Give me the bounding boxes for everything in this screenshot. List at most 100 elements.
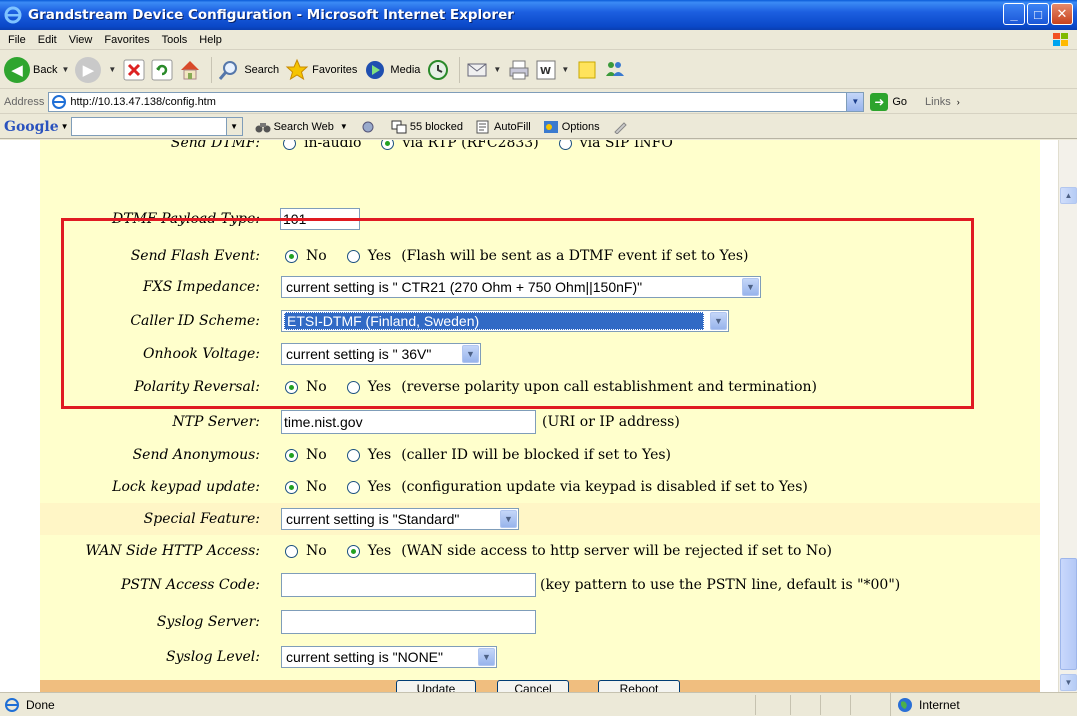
- media-icon: [366, 60, 385, 79]
- search-button[interactable]: Search: [217, 58, 279, 82]
- chevron-down-icon[interactable]: ▼: [225, 118, 242, 135]
- ie-page-icon: [52, 94, 67, 109]
- messenger-button[interactable]: [603, 58, 627, 82]
- history-button[interactable]: [426, 58, 450, 82]
- ntp-server-input[interactable]: time.nist.gov: [281, 410, 536, 434]
- radio-icon: [381, 140, 395, 150]
- google-logo-text: Google: [4, 118, 59, 135]
- syslog-server-input[interactable]: [281, 610, 536, 634]
- lock-keypad-note: (configuration update via keypad is disa…: [401, 479, 808, 495]
- send-anonymous-yes-radio[interactable]: Yes: [346, 447, 392, 463]
- refresh-button[interactable]: [150, 58, 174, 82]
- chevron-down-icon[interactable]: ▼: [61, 122, 69, 131]
- close-button[interactable]: ✕: [1051, 3, 1073, 25]
- send-dtmf-rtp-radio[interactable]: via RTP (RFC2833): [381, 140, 539, 151]
- caller-id-label: Caller ID Scheme:: [130, 313, 260, 329]
- pagerank-button[interactable]: [360, 120, 379, 134]
- polarity-yes-radio[interactable]: Yes: [346, 379, 392, 395]
- stop-button[interactable]: [122, 58, 146, 82]
- send-anonymous-row: Send Anonymous: No Yes (caller ID will b…: [40, 441, 1040, 469]
- edit-word-button[interactable]: W ▼: [535, 59, 569, 81]
- google-toolbar: Google ▼ ▼ Search Web ▼ 55 blocked AutoF…: [0, 115, 1077, 139]
- maximize-button[interactable]: □: [1027, 3, 1049, 25]
- send-anonymous-no-radio[interactable]: No: [285, 447, 327, 463]
- history-icon: [428, 59, 449, 80]
- menu-view[interactable]: View: [65, 34, 101, 46]
- zone-label: Internet: [919, 697, 960, 712]
- print-button[interactable]: [507, 58, 531, 82]
- dtmf-payload-row: DTMF Payload Type: 101: [40, 204, 1040, 234]
- google-logo[interactable]: Google: [4, 119, 59, 135]
- status-cell: [790, 695, 791, 715]
- address-input[interactable]: http://10.13.47.138/config.htm ▼: [48, 91, 865, 112]
- links-button[interactable]: Links: [925, 96, 951, 108]
- send-flash-row: Send Flash Event: No Yes (Flash will be …: [40, 242, 1040, 270]
- send-dtmf-option-label: via RTP (RFC2833): [402, 140, 539, 151]
- autofill-button[interactable]: AutoFill: [475, 120, 531, 134]
- send-anonymous-label: Send Anonymous:: [132, 447, 260, 463]
- config-form: Send DTMF: in-audio via RTP (RFC2833) vi…: [40, 140, 1040, 692]
- back-button[interactable]: ◀ Back ▼: [4, 56, 69, 83]
- popup-blocker-button[interactable]: 55 blocked: [391, 120, 463, 134]
- minimize-button[interactable]: _: [1003, 3, 1025, 25]
- send-flash-no-label: No: [306, 248, 327, 264]
- wan-http-no-label: No: [306, 543, 327, 559]
- chevron-down-icon[interactable]: ▼: [846, 92, 864, 111]
- caller-id-select[interactable]: ETSI-DTMF (Finland, Sweden) ▼: [281, 310, 729, 332]
- menu-favorites[interactable]: Favorites: [100, 34, 157, 46]
- fxs-impedance-value: current setting is " CTR21 (270 Ohm + 75…: [286, 279, 643, 295]
- mail-button[interactable]: ▼: [465, 58, 501, 82]
- ntp-server-note: (URI or IP address): [542, 414, 680, 430]
- menu-tools[interactable]: Tools: [158, 34, 196, 46]
- menu-edit[interactable]: Edit: [34, 34, 65, 46]
- fxs-impedance-select[interactable]: current setting is " CTR21 (270 Ohm + 75…: [281, 276, 761, 298]
- favorites-button[interactable]: Favorites: [285, 58, 357, 82]
- vertical-scrollbar[interactable]: ▲ ▼: [1058, 140, 1077, 692]
- search-web-button[interactable]: Search Web ▼: [255, 120, 348, 134]
- dtmf-payload-input[interactable]: 101: [280, 208, 360, 230]
- chevron-right-icon[interactable]: ›: [957, 97, 960, 107]
- google-search-input[interactable]: ▼: [70, 117, 243, 136]
- chevron-down-icon: ▼: [500, 510, 517, 528]
- send-dtmf-in-audio-radio[interactable]: in-audio: [283, 140, 361, 151]
- home-button[interactable]: [178, 58, 202, 82]
- security-zone: Internet: [890, 693, 960, 716]
- forward-button[interactable]: ▶ ▼: [75, 56, 116, 83]
- forward-arrow-icon: ▶: [75, 56, 102, 83]
- radio-icon: [285, 544, 298, 558]
- scroll-up-button[interactable]: ▲: [1060, 187, 1077, 204]
- special-feature-select[interactable]: current setting is "Standard" ▼: [281, 508, 519, 530]
- wan-http-no-radio[interactable]: No: [285, 543, 327, 559]
- send-flash-yes-radio[interactable]: Yes: [346, 248, 391, 264]
- send-dtmf-option-label: via SIP INFO: [579, 140, 673, 151]
- scroll-down-button[interactable]: ▼: [1060, 674, 1077, 691]
- syslog-server-row: Syslog Server:: [40, 606, 1040, 638]
- go-button[interactable]: ➜ Go: [870, 92, 907, 111]
- options-button[interactable]: Options: [543, 120, 600, 134]
- status-cell: [820, 695, 821, 715]
- menu-help[interactable]: Help: [195, 34, 230, 46]
- binoculars-icon: [255, 122, 271, 132]
- polarity-note: (reverse polarity upon call establishmen…: [401, 379, 817, 395]
- polarity-yes-label: Yes: [367, 379, 392, 395]
- send-flash-note: (Flash will be sent as a DTMF event if s…: [401, 248, 749, 264]
- send-dtmf-row: Send DTMF: in-audio via RTP (RFC2833) vi…: [40, 140, 1040, 154]
- discuss-button[interactable]: [575, 58, 599, 82]
- menu-file[interactable]: File: [4, 34, 34, 46]
- title-bar: Grandstream Device Configuration - Micro…: [0, 0, 1077, 30]
- pstn-code-input[interactable]: [281, 573, 536, 597]
- media-button[interactable]: Media: [363, 58, 420, 82]
- send-flash-no-radio[interactable]: No: [285, 248, 327, 264]
- lock-keypad-yes-radio[interactable]: Yes: [346, 479, 391, 495]
- wan-http-yes-radio[interactable]: Yes: [346, 543, 391, 559]
- lock-keypad-no-radio[interactable]: No: [285, 479, 327, 495]
- syslog-level-select[interactable]: current setting is "NONE" ▼: [281, 646, 497, 668]
- pagerank-icon: [362, 121, 374, 132]
- scroll-thumb[interactable]: [1060, 558, 1077, 670]
- send-dtmf-sip-info-radio[interactable]: via SIP INFO: [558, 140, 673, 151]
- polarity-no-radio[interactable]: No: [285, 379, 327, 395]
- onhook-voltage-select[interactable]: current setting is " 36V" ▼: [281, 343, 481, 365]
- send-anonymous-yes-label: Yes: [367, 447, 392, 463]
- send-dtmf-label: Send DTMF:: [170, 140, 260, 151]
- highlight-button[interactable]: [612, 120, 631, 134]
